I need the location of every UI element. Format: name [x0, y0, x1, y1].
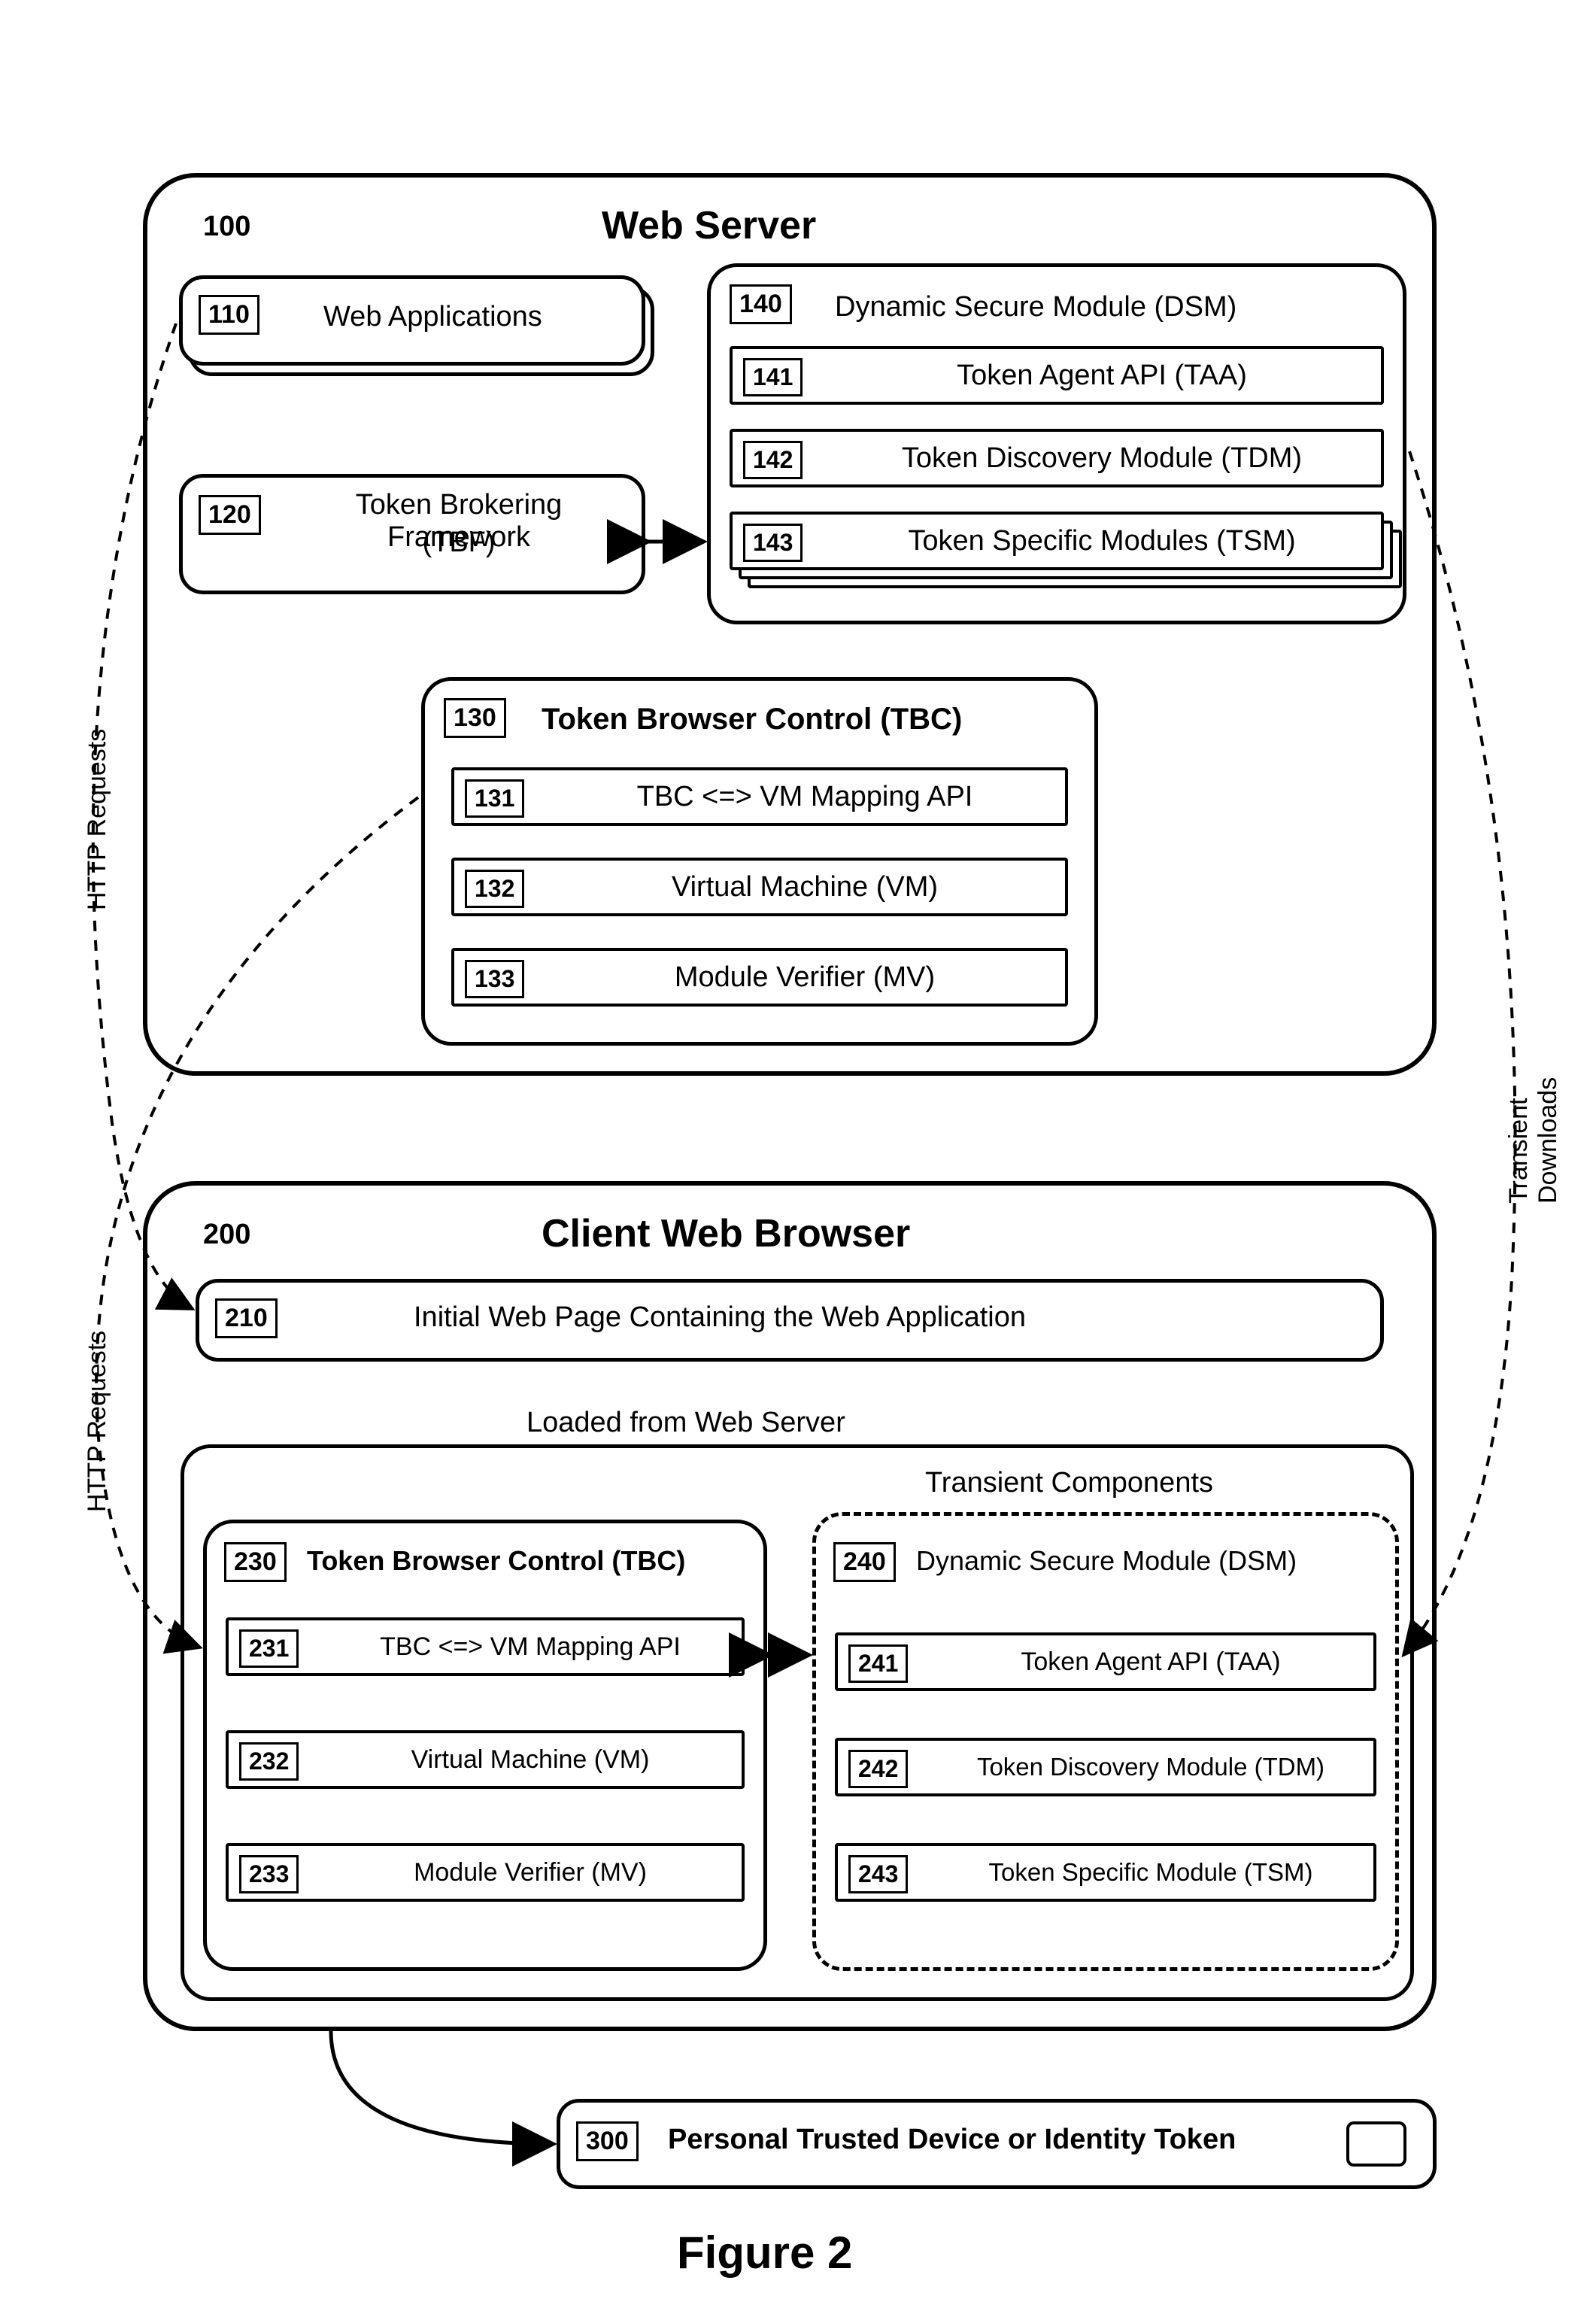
client-tbc-item-0-label: TBC <=> VM Mapping API	[229, 1620, 742, 1673]
client-tbc-item-0: 231 TBC <=> VM Mapping API	[226, 1617, 745, 1676]
client-dsm-item-0: 241 Token Agent API (TAA)	[835, 1632, 1376, 1691]
client-page-label: Initial Web Page Containing the Web Appl…	[414, 1301, 1026, 1334]
server-dsm-title: Dynamic Secure Module (DSM)	[835, 291, 1236, 323]
web-apps-label: Web Applications	[323, 301, 542, 333]
client-dsm-title: Dynamic Secure Module (DSM)	[916, 1545, 1297, 1577]
server-dsm-item-0: 141 Token Agent API (TAA)	[730, 346, 1384, 405]
client-dsm-item-1: 242 Token Discovery Module (TDM)	[835, 1738, 1376, 1796]
figure-caption: Figure 2	[677, 2227, 852, 2279]
web-server-ref: 100	[203, 211, 250, 243]
transient-label: Transient Components	[925, 1467, 1213, 1499]
http-requests-label-1: HTTP Requests	[83, 729, 112, 910]
diagram-canvas: 100 Web Server 110 Web Applications 120 …	[0, 0, 1596, 2317]
client-ref: 200	[203, 1219, 250, 1251]
client-dsm-ref: 240	[833, 1542, 896, 1582]
web-server-title: Web Server	[602, 203, 816, 248]
client-title: Client Web Browser	[542, 1211, 910, 1256]
server-dsm-item-0-label: Token Agent API (TAA)	[733, 349, 1381, 402]
loaded-label: Loaded from Web Server	[526, 1407, 845, 1439]
tbf-abbr: (TBF)	[286, 527, 632, 559]
device-label: Personal Trusted Device or Identity Toke…	[668, 2124, 1236, 2156]
server-tbc-item-2: 133 Module Verifier (MV)	[451, 948, 1068, 1007]
client-tbc-item-1: 232 Virtual Machine (VM)	[226, 1730, 745, 1789]
client-tbc-item-2: 233 Module Verifier (MV)	[226, 1843, 745, 1902]
client-dsm-item-2: 243 Token Specific Module (TSM)	[835, 1843, 1376, 1902]
tbf-ref: 120	[199, 495, 261, 535]
server-dsm-item-2: 143 Token Specific Modules (TSM)	[730, 512, 1384, 570]
client-dsm-item-1-label: Token Discovery Module (TDM)	[838, 1741, 1373, 1793]
server-dsm-item-1-label: Token Discovery Module (TDM)	[733, 432, 1381, 484]
client-tbc-item-2-label: Module Verifier (MV)	[229, 1846, 742, 1899]
server-tbc-item-2-label: Module Verifier (MV)	[454, 951, 1065, 1004]
web-apps-ref: 110	[199, 295, 259, 335]
client-tbc-ref: 230	[224, 1542, 287, 1582]
server-tbc-ref: 130	[444, 698, 506, 738]
http-requests-label-2: HTTP Requests	[83, 1331, 112, 1512]
client-dsm-item-0-label: Token Agent API (TAA)	[838, 1635, 1373, 1688]
client-tbc-title: Token Browser Control (TBC)	[307, 1545, 685, 1577]
client-tbc-item-1-label: Virtual Machine (VM)	[229, 1733, 742, 1786]
transient-downloads-label: Transient Downloads	[1504, 1077, 1563, 1204]
device-slot-icon	[1346, 2121, 1406, 2167]
device-ref: 300	[576, 2121, 639, 2161]
server-tbc-item-1: 132 Virtual Machine (VM)	[451, 858, 1068, 916]
server-dsm-item-2-label: Token Specific Modules (TSM)	[733, 515, 1381, 567]
server-tbc-item-0-label: TBC <=> VM Mapping API	[454, 770, 1065, 823]
server-tbc-item-0: 131 TBC <=> VM Mapping API	[451, 767, 1068, 826]
client-dsm-item-2-label: Token Specific Module (TSM)	[838, 1846, 1373, 1899]
server-tbc-item-1-label: Virtual Machine (VM)	[454, 861, 1065, 913]
server-dsm-item-1: 142 Token Discovery Module (TDM)	[730, 429, 1384, 487]
client-page-ref: 210	[215, 1298, 278, 1338]
server-tbc-title: Token Browser Control (TBC)	[542, 703, 962, 736]
server-dsm-ref: 140	[730, 284, 792, 324]
